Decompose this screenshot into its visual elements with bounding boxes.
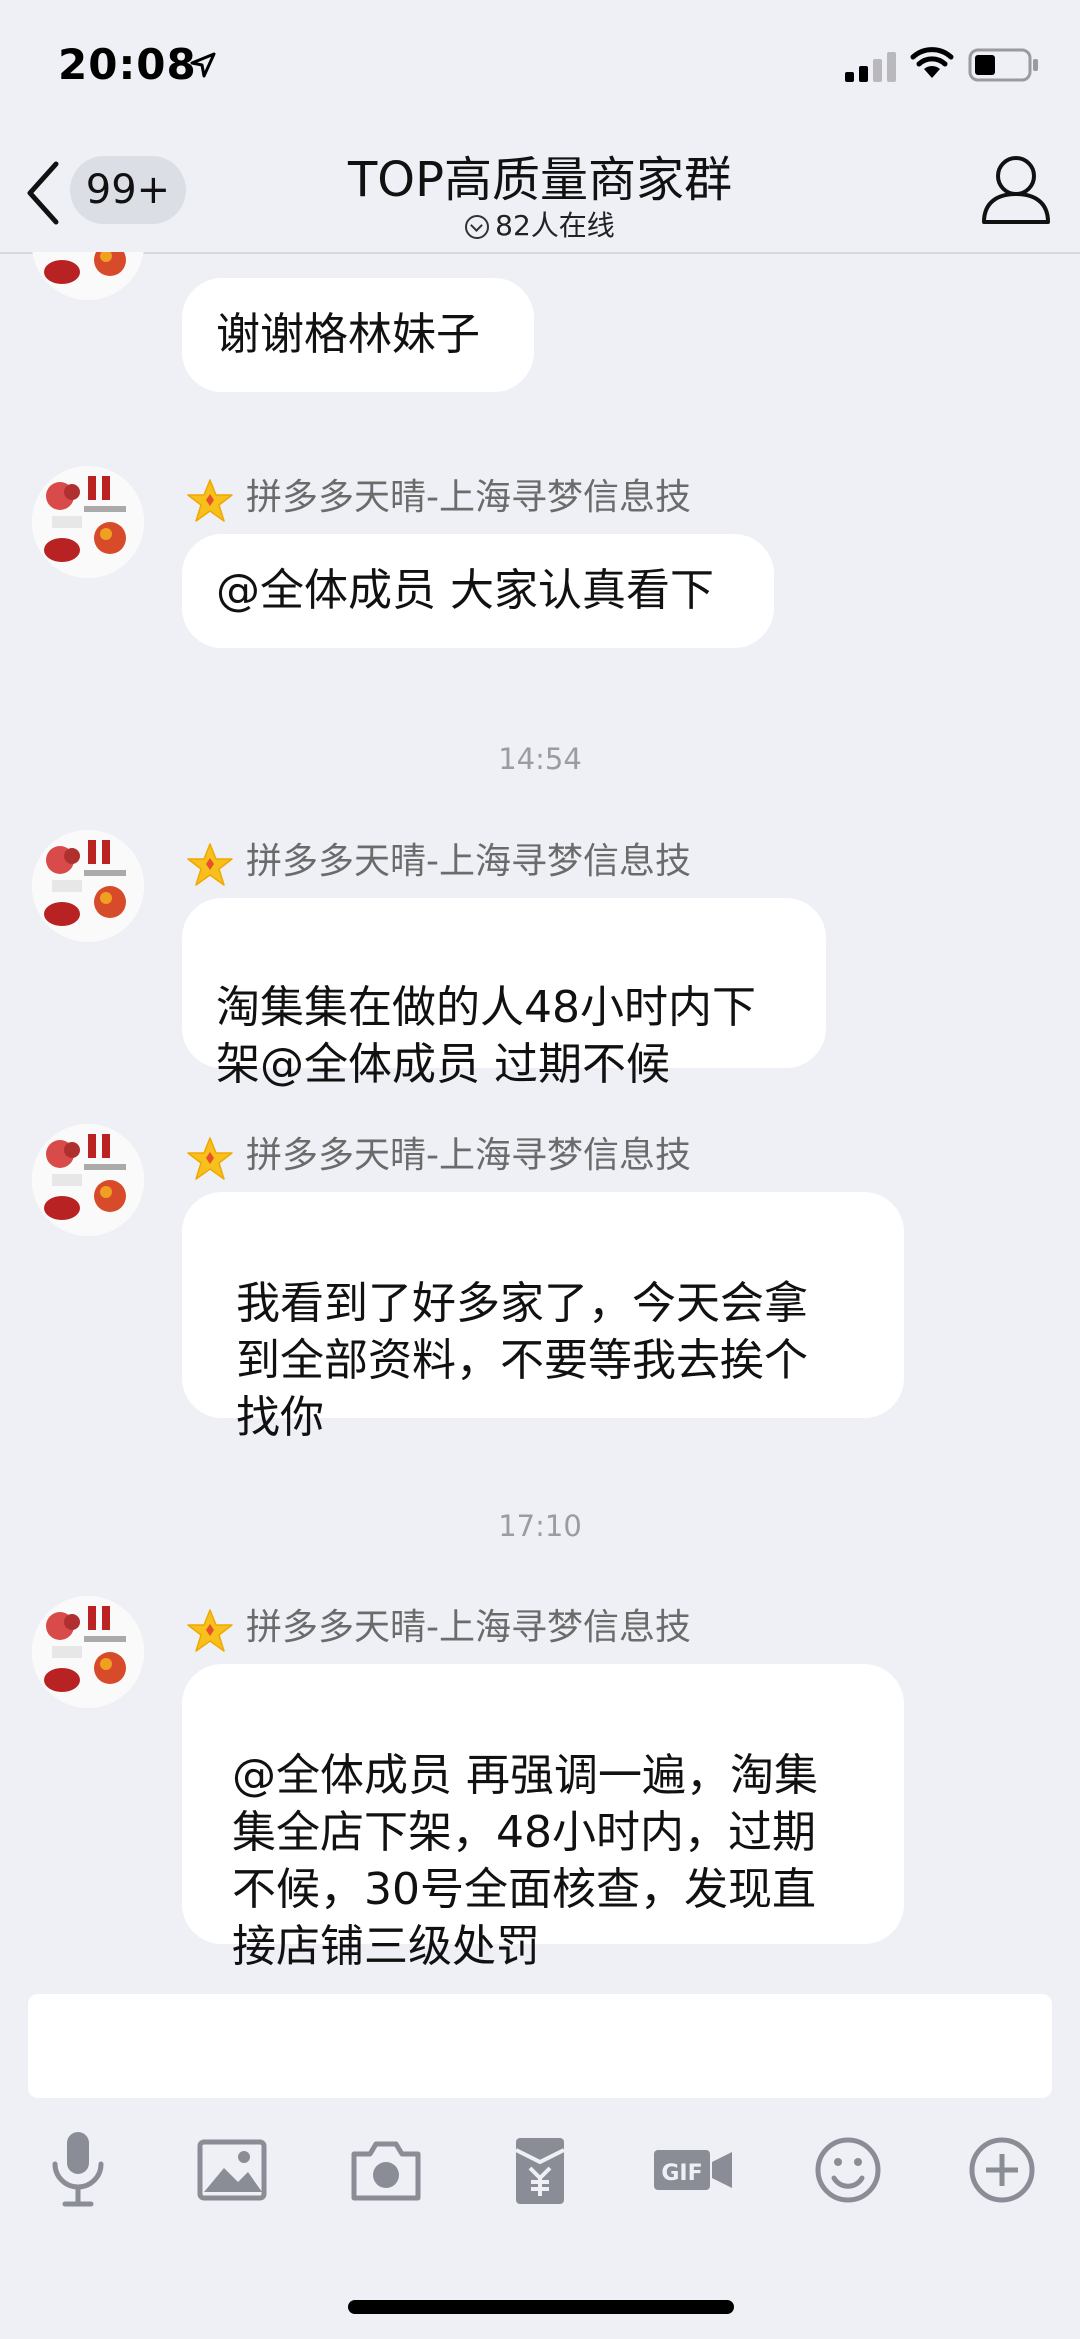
sender-name: 拼多多天晴-上海寻梦信息技 bbox=[246, 1607, 691, 1648]
message-text: 淘集集在做的人48小时内下 架@全体成员 过期不候 bbox=[216, 982, 756, 1090]
status-time: 20:08 bbox=[58, 40, 197, 89]
status-bar: 20:08 bbox=[0, 0, 1080, 130]
message-text: 我看到了好多家了，今天会拿 到全部资料，不要等我去挨个 找你 bbox=[236, 1278, 808, 1443]
home-indicator[interactable] bbox=[348, 2300, 734, 2314]
avatar-image bbox=[32, 252, 144, 300]
star-badge-icon bbox=[187, 843, 233, 886]
svg-text:GIF: GIF bbox=[661, 2161, 702, 2186]
sender-name: 拼多多天晴-上海寻梦信息技 bbox=[246, 1135, 691, 1176]
message-bubble[interactable]: 谢谢格林妹子 bbox=[182, 278, 534, 392]
star-badge-icon bbox=[187, 479, 233, 522]
cellular-signal-icon bbox=[845, 52, 896, 82]
timestamp: 14:54 bbox=[498, 742, 582, 776]
timestamp: 17:10 bbox=[498, 1509, 582, 1543]
avatar[interactable] bbox=[32, 252, 144, 300]
message-bubble[interactable]: 淘集集在做的人48小时内下 架@全体成员 过期不候 bbox=[182, 898, 826, 1090]
plus-icon[interactable] bbox=[962, 2120, 1042, 2220]
wifi-icon bbox=[910, 47, 954, 78]
location-arrow-icon bbox=[190, 52, 216, 78]
emoji-icon[interactable] bbox=[808, 2120, 888, 2220]
message-text: 谢谢格林妹子 bbox=[216, 309, 480, 360]
avatar[interactable] bbox=[32, 830, 144, 942]
battery-icon bbox=[968, 48, 1038, 82]
online-count: 82人在线 bbox=[495, 209, 615, 242]
message-input[interactable] bbox=[28, 1994, 1052, 2098]
red-packet-icon[interactable] bbox=[500, 2120, 580, 2220]
avatar[interactable] bbox=[32, 466, 144, 578]
chat-toolbar: GIF bbox=[0, 2120, 1080, 2220]
group-members-icon[interactable] bbox=[978, 150, 1052, 230]
message-bubble[interactable]: 我看到了好多家了，今天会拿 到全部资料，不要等我去挨个 找你 bbox=[182, 1192, 904, 1443]
image-icon[interactable] bbox=[192, 2120, 272, 2220]
message-bubble[interactable]: @全体成员 大家认真看下 bbox=[182, 534, 774, 648]
gif-icon[interactable]: GIF bbox=[652, 2120, 736, 2220]
expand-icon bbox=[465, 215, 490, 239]
camera-icon[interactable] bbox=[346, 2120, 426, 2220]
star-badge-icon bbox=[187, 1609, 233, 1652]
microphone-icon[interactable] bbox=[38, 2120, 118, 2220]
avatar[interactable] bbox=[32, 1596, 144, 1708]
message-text: @全体成员 大家认真看下 bbox=[216, 565, 714, 616]
star-badge-icon bbox=[187, 1137, 233, 1180]
avatar-image bbox=[32, 1124, 144, 1236]
chat-message-list[interactable]: 拼多多天晴-上海寻梦信息技 谢谢格林妹子 bbox=[0, 252, 1080, 1972]
message-text: @全体成员 再强调一遍，淘集 集全店下架，48小时内，过期 不候，30号全面核查… bbox=[232, 1750, 818, 1972]
group-title: TOP高质量商家群 bbox=[347, 152, 733, 208]
sender-name: 拼多多天晴-上海寻梦信息技 bbox=[246, 841, 691, 882]
avatar[interactable] bbox=[32, 1124, 144, 1236]
avatar-image bbox=[32, 830, 144, 942]
message-bubble[interactable]: @全体成员 再强调一遍，淘集 集全店下架，48小时内，过期 不候，30号全面核查… bbox=[182, 1664, 904, 1972]
avatar-image bbox=[32, 466, 144, 578]
sender-name: 拼多多天晴-上海寻梦信息技 bbox=[246, 477, 691, 518]
avatar-image bbox=[32, 1596, 144, 1708]
online-status[interactable]: 82人在线 bbox=[0, 204, 1080, 244]
